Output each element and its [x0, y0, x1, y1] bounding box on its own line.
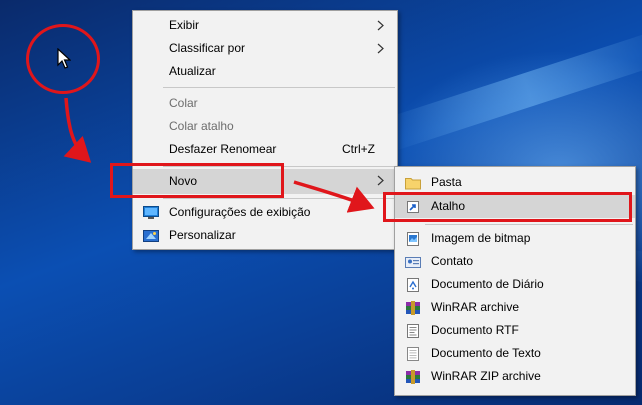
- annotation-arrow: [63, 97, 92, 163]
- annotation-arrows: [63, 97, 375, 213]
- annotation-arrow: [293, 180, 375, 213]
